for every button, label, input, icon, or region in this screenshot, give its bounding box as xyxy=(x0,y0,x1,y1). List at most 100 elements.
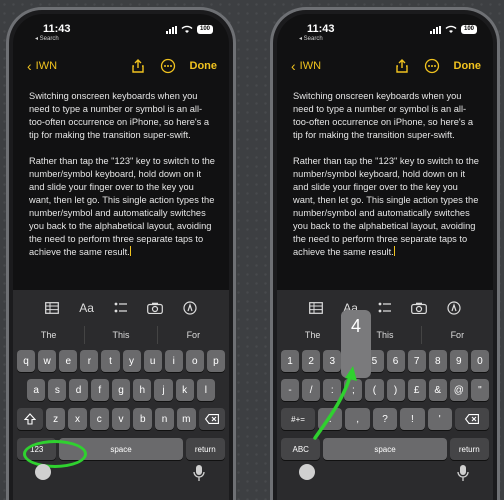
key-period[interactable]: . xyxy=(318,408,343,430)
key-row-2: - / : ; ( ) £ & @ " xyxy=(281,379,489,401)
mic-icon[interactable] xyxy=(191,464,207,482)
emoji-icon[interactable] xyxy=(299,464,315,480)
back-button[interactable]: ‹ IWN xyxy=(291,59,321,73)
markup-icon[interactable] xyxy=(180,300,200,316)
key-6[interactable]: 6 xyxy=(386,350,405,372)
key-pound[interactable]: £ xyxy=(407,379,426,401)
key-p[interactable]: p xyxy=(206,350,225,372)
key-1[interactable]: 1 xyxy=(281,350,300,372)
key-slash[interactable]: / xyxy=(302,379,321,401)
back-to-app-link[interactable]: ◂ Search xyxy=(35,35,59,42)
prediction-1[interactable]: The xyxy=(277,326,350,344)
camera-icon[interactable] xyxy=(145,300,165,316)
key-r[interactable]: r xyxy=(80,350,99,372)
key-s[interactable]: s xyxy=(48,379,67,401)
done-button[interactable]: Done xyxy=(454,60,482,72)
key-e[interactable]: e xyxy=(59,350,78,372)
checklist-icon[interactable] xyxy=(111,300,131,316)
nav-actions: Done xyxy=(130,58,218,74)
key-3[interactable]: 3 xyxy=(323,350,342,372)
table-icon[interactable] xyxy=(306,300,326,316)
back-to-app-link[interactable]: ◂ Search xyxy=(299,35,323,42)
battery-icon: 100 xyxy=(196,25,213,34)
table-icon[interactable] xyxy=(42,300,62,316)
key-b[interactable]: b xyxy=(133,408,153,430)
note-body[interactable]: Switching onscreen keyboards when you ne… xyxy=(293,90,481,272)
back-button[interactable]: ‹ IWN xyxy=(27,59,57,73)
key-l[interactable]: l xyxy=(196,379,215,401)
predictive-bar: The This For xyxy=(277,326,493,344)
key-z[interactable]: z xyxy=(46,408,66,430)
key-k[interactable]: k xyxy=(175,379,194,401)
emoji-icon[interactable] xyxy=(35,464,51,480)
delete-key[interactable] xyxy=(454,408,490,430)
key-open-paren[interactable]: ( xyxy=(365,379,384,401)
note-paragraph-1: Switching onscreen keyboards when you ne… xyxy=(293,91,474,140)
key-preview-label: 4 xyxy=(350,316,361,336)
key-colon[interactable]: : xyxy=(323,379,342,401)
done-button[interactable]: Done xyxy=(190,60,218,72)
key-x[interactable]: x xyxy=(68,408,87,430)
camera-icon[interactable] xyxy=(409,300,429,316)
key-exclamation[interactable]: ! xyxy=(400,408,425,430)
symbols-key[interactable]: #+= xyxy=(281,408,316,430)
delete-key[interactable] xyxy=(198,408,226,430)
key-c[interactable]: c xyxy=(89,408,109,430)
key-hyphen[interactable]: - xyxy=(281,379,300,401)
letters-key[interactable]: ABC xyxy=(281,438,321,460)
key-t[interactable]: t xyxy=(101,350,120,372)
key-ampersand[interactable]: & xyxy=(428,379,447,401)
key-i[interactable]: i xyxy=(164,350,183,372)
key-8[interactable]: 8 xyxy=(428,350,447,372)
more-icon[interactable] xyxy=(424,58,440,74)
mic-icon[interactable] xyxy=(455,464,471,482)
key-a[interactable]: a xyxy=(27,379,46,401)
return-key[interactable]: return xyxy=(185,438,226,460)
markup-icon[interactable] xyxy=(444,300,464,316)
keyboard: Aa The This For 1 2 3 4 5 6 7 8 9 0 xyxy=(277,290,493,500)
key-at[interactable]: @ xyxy=(449,379,468,401)
format-text-button[interactable]: Aa xyxy=(77,300,97,316)
key-close-paren[interactable]: ) xyxy=(386,379,405,401)
key-0[interactable]: 0 xyxy=(470,350,489,372)
key-quote[interactable]: " xyxy=(470,379,489,401)
text-cursor xyxy=(393,246,395,256)
keyboard-toolbar: Aa xyxy=(277,298,493,318)
key-comma[interactable]: , xyxy=(345,408,370,430)
key-question[interactable]: ? xyxy=(372,408,398,430)
prediction-2[interactable]: This xyxy=(85,326,158,344)
key-h[interactable]: h xyxy=(133,379,152,401)
key-n[interactable]: n xyxy=(155,408,174,430)
share-icon[interactable] xyxy=(394,58,410,74)
return-key[interactable]: return xyxy=(449,438,490,460)
prediction-1[interactable]: The xyxy=(13,326,86,344)
more-icon[interactable] xyxy=(160,58,176,74)
key-w[interactable]: w xyxy=(38,350,57,372)
key-d[interactable]: d xyxy=(69,379,88,401)
status-icons: 100 xyxy=(429,25,477,34)
key-o[interactable]: o xyxy=(185,350,204,372)
key-semicolon[interactable]: ; xyxy=(344,379,363,401)
shift-key[interactable] xyxy=(16,408,44,430)
key-m[interactable]: m xyxy=(176,408,196,430)
key-f[interactable]: f xyxy=(90,379,109,401)
key-2[interactable]: 2 xyxy=(302,350,321,372)
key-apostrophe[interactable]: ' xyxy=(427,408,452,430)
text-cursor xyxy=(129,246,131,256)
key-u[interactable]: u xyxy=(143,350,162,372)
key-j[interactable]: j xyxy=(154,379,173,401)
key-g[interactable]: g xyxy=(111,379,131,401)
note-body[interactable]: Switching onscreen keyboards when you ne… xyxy=(29,90,217,272)
prediction-3[interactable]: For xyxy=(158,326,229,344)
keyboard: Aa The This For q w e r t y u i o p a s … xyxy=(13,290,229,500)
prediction-3[interactable]: For xyxy=(422,326,493,344)
share-icon[interactable] xyxy=(130,58,146,74)
key-v[interactable]: v xyxy=(111,408,131,430)
key-q[interactable]: q xyxy=(17,350,36,372)
space-key[interactable]: space xyxy=(323,438,447,460)
keyboard-bottom-bar xyxy=(13,464,229,484)
key-y[interactable]: y xyxy=(122,350,141,372)
key-7[interactable]: 7 xyxy=(407,350,426,372)
key-9[interactable]: 9 xyxy=(449,350,468,372)
checklist-icon[interactable] xyxy=(375,300,395,316)
